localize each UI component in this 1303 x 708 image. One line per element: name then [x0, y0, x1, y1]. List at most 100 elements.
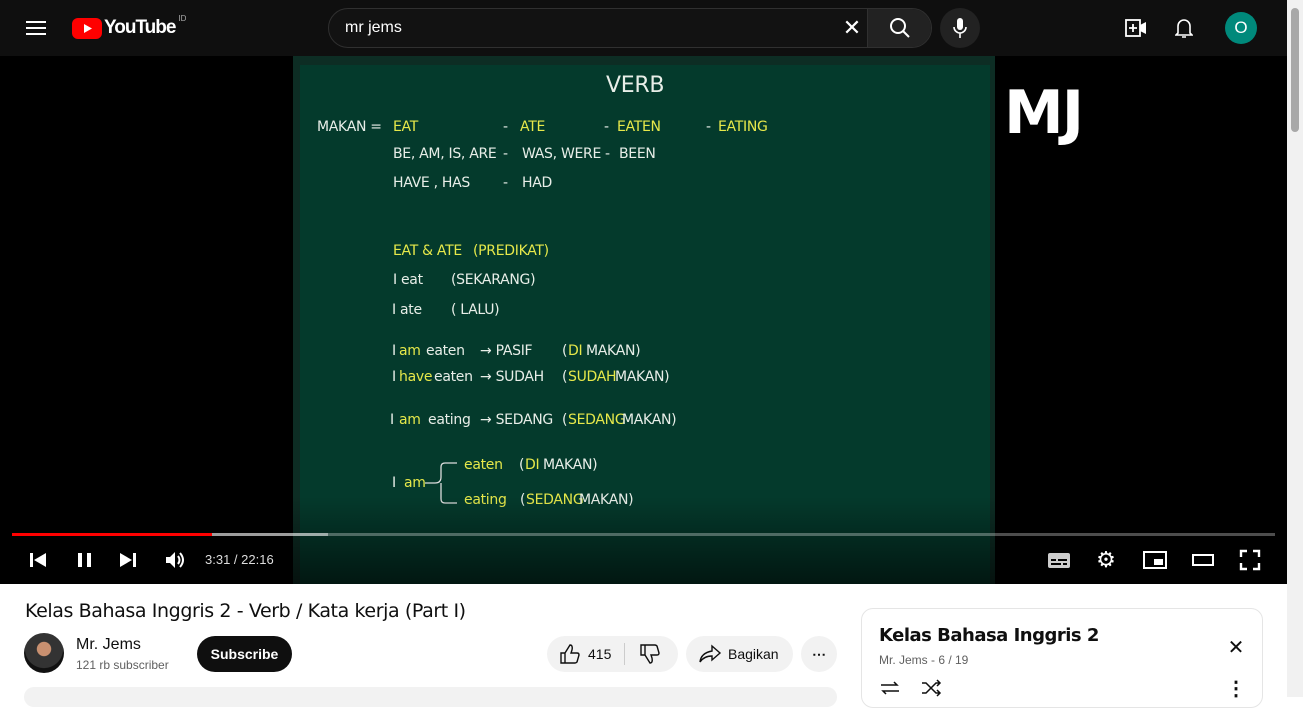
board-text: (PREDIKAT) — [473, 243, 549, 259]
board-text: ( — [562, 343, 568, 359]
board-text: I eat — [393, 272, 423, 288]
fullscreen-icon[interactable] — [1239, 549, 1261, 571]
played-bar — [12, 533, 212, 536]
create-video-icon — [1125, 19, 1146, 37]
masthead: YouTube ID ✕ O — [0, 0, 1287, 56]
video-player[interactable]: VERB MAKAN = EAT - ATE - EATEN - EATING … — [0, 56, 1287, 584]
voice-search-button[interactable] — [940, 8, 980, 48]
board-text: I — [392, 369, 396, 385]
share-button[interactable]: Bagikan — [686, 636, 793, 672]
volume-icon[interactable] — [164, 549, 186, 571]
settings-icon[interactable]: ⚙ — [1094, 547, 1118, 572]
board-text: eaten — [426, 343, 465, 359]
board-text: - — [706, 119, 711, 135]
search-icon — [889, 18, 910, 38]
board-text: WAS, WERE — [522, 146, 602, 162]
subscriber-count: 121 rb subscriber — [76, 658, 169, 672]
board-text: ATE — [520, 119, 545, 135]
board-text: - — [503, 119, 508, 135]
description-box[interactable] — [24, 687, 837, 707]
board-text: am — [404, 475, 426, 491]
channel-avatar[interactable] — [24, 633, 64, 673]
board-text: I ate — [392, 302, 422, 318]
board-text: MAKAN) — [622, 412, 677, 428]
logo-text: YouTube — [104, 17, 176, 38]
board-text: eaten — [464, 457, 503, 473]
youtube-logo[interactable]: YouTube ID — [72, 13, 187, 39]
clear-search-icon[interactable]: ✕ — [837, 13, 867, 43]
search-box: ✕ — [328, 8, 932, 48]
board-text: have — [399, 369, 433, 385]
board-text: ( — [562, 369, 568, 385]
board-text: eating — [428, 412, 471, 428]
board-text: BE, AM, IS, ARE — [393, 146, 497, 162]
board-text: - — [605, 146, 610, 162]
board-text: EATEN — [617, 119, 661, 135]
thumbs-up-icon — [560, 644, 580, 664]
shuffle-icon[interactable] — [920, 679, 942, 697]
board-text: MAKAN = — [317, 119, 382, 135]
subscribe-button[interactable]: Subscribe — [197, 636, 292, 672]
playlist-menu-icon[interactable]: ⋮ — [1226, 677, 1246, 700]
board-text: - — [503, 175, 508, 191]
scrollbar[interactable] — [1287, 0, 1303, 697]
pause-icon[interactable] — [75, 550, 95, 570]
board-text: HAD — [522, 175, 552, 191]
thumbs-down-icon[interactable] — [639, 643, 661, 665]
close-playlist-icon[interactable]: ✕ — [1224, 635, 1248, 659]
search-button[interactable] — [867, 9, 931, 47]
notifications-button[interactable] — [1170, 14, 1198, 42]
miniplayer-icon[interactable] — [1143, 550, 1167, 570]
board-text: DI — [525, 457, 540, 473]
playlist-panel: Kelas Bahasa Inggris 2 Mr. Jems - 6 / 19… — [861, 608, 1263, 708]
board-text: EATING — [718, 119, 768, 135]
board-text: am — [399, 343, 421, 359]
channel-name[interactable]: Mr. Jems — [76, 636, 141, 654]
loop-icon[interactable] — [879, 679, 901, 697]
region-code: ID — [178, 13, 187, 23]
like-dislike-group: 415 — [547, 636, 678, 672]
board-text: EAT & ATE — [393, 243, 462, 259]
board-text: MAKAN) — [615, 369, 670, 385]
board-text: → SUDAH — [480, 369, 544, 385]
board-text: ( — [562, 412, 568, 428]
board-text: → PASIF — [480, 343, 533, 359]
bell-icon — [1175, 19, 1193, 38]
like-button[interactable]: 415 — [547, 643, 625, 665]
subtitles-icon[interactable] — [1047, 550, 1071, 570]
board-text: eaten — [434, 369, 473, 385]
search-input[interactable] — [345, 9, 825, 47]
youtube-play-icon — [72, 17, 102, 39]
board-text: SUDAH — [568, 369, 617, 385]
board-title: VERB — [606, 73, 665, 98]
menu-icon[interactable] — [20, 12, 52, 44]
video-title: Kelas Bahasa Inggris 2 - Verb / Kata ker… — [25, 600, 466, 622]
board-text: DI — [568, 343, 583, 359]
theater-mode-icon[interactable] — [1191, 550, 1215, 570]
board-text: - — [503, 146, 508, 162]
playlist-title[interactable]: Kelas Bahasa Inggris 2 — [879, 625, 1099, 646]
microphone-icon — [953, 18, 967, 38]
board-text: I — [390, 412, 394, 428]
create-button[interactable] — [1122, 14, 1150, 42]
account-avatar[interactable]: O — [1225, 12, 1257, 44]
playlist-subtitle: Mr. Jems - 6 / 19 — [879, 653, 969, 667]
board-text: EAT — [393, 119, 418, 135]
board-text: MAKAN) — [543, 457, 598, 473]
previous-icon[interactable] — [28, 550, 48, 570]
board-text: I — [392, 343, 396, 359]
board-text: ( — [519, 457, 525, 473]
board-text: ( LALU) — [451, 302, 500, 318]
scrollbar-thumb[interactable] — [1291, 8, 1299, 132]
progress-bar[interactable] — [12, 533, 1275, 536]
board-text: am — [399, 412, 421, 428]
board-text: - — [604, 119, 609, 135]
more-actions-icon[interactable]: ⋯ — [801, 636, 837, 672]
time-display: 3:31 / 22:16 — [205, 552, 274, 567]
board-text: I — [392, 475, 396, 491]
board-text: HAVE , HAS — [393, 175, 470, 191]
board-text: SEDANG — [568, 412, 626, 428]
board-text: → SEDANG — [480, 412, 553, 428]
next-icon[interactable] — [118, 550, 138, 570]
share-label: Bagikan — [728, 646, 779, 662]
